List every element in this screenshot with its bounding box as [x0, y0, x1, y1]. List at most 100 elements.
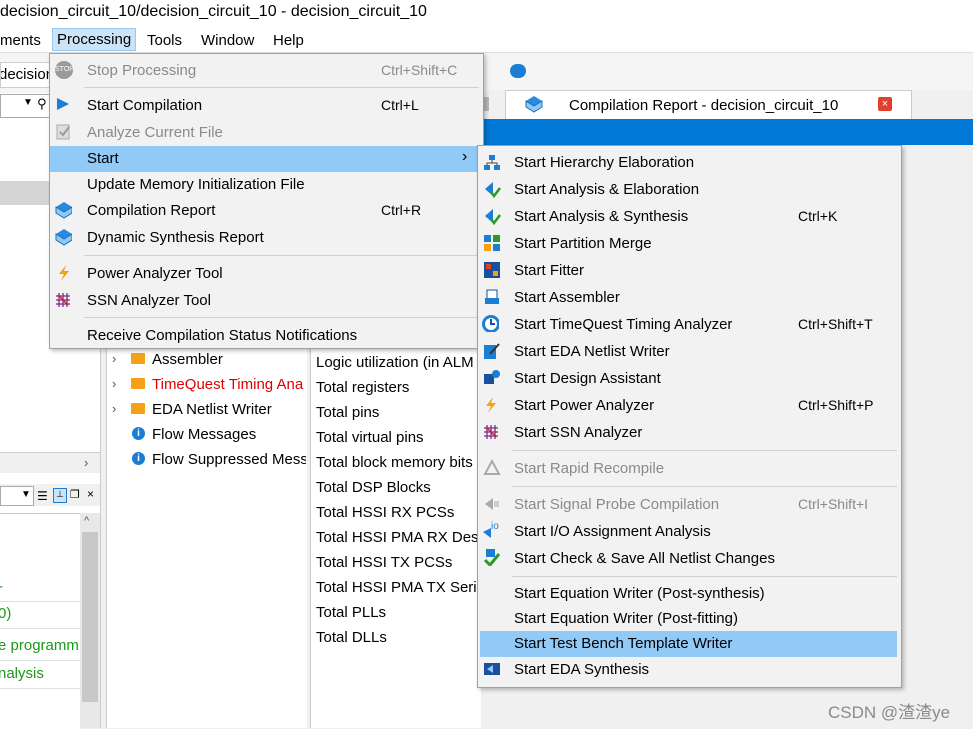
- submenu-item-test-bench-writer[interactable]: Start Test Bench Template Writer: [480, 631, 897, 657]
- menu-help[interactable]: Help: [269, 30, 308, 51]
- start-submenu: Start Hierarchy Elaboration Start Analys…: [477, 145, 902, 688]
- summary-row: Total virtual pins: [316, 429, 424, 446]
- tab-compilation-report[interactable]: Compilation Report - decision_circuit_10…: [505, 90, 912, 120]
- submenu-item-power-analyzer[interactable]: Start Power Analyzer Ctrl+Shift+P: [478, 393, 901, 419]
- list-item[interactable]: nalysis: [0, 661, 80, 689]
- summary-row: Logic utilization (in ALM: [316, 354, 474, 371]
- flow-combo[interactable]: ▼: [0, 486, 34, 506]
- menu-item-start[interactable]: Start ›: [50, 146, 483, 172]
- summary-row: Total HSSI TX PCSs: [316, 554, 453, 571]
- watermark: CSDN @渣渣ye: [828, 703, 951, 722]
- menu-item-power-analyzer-tool[interactable]: Power Analyzer Tool: [50, 261, 483, 287]
- signal-probe-icon: [485, 498, 499, 510]
- flow-item-assembler[interactable]: Assembler: [152, 351, 223, 375]
- summary-row: Total DSP Blocks: [316, 479, 431, 496]
- summary-row: Total HSSI PMA RX Des: [316, 529, 478, 546]
- report-header-bar: [478, 119, 973, 145]
- submenu-item-eda-netlist-writer[interactable]: Start EDA Netlist Writer: [478, 339, 901, 365]
- title-bar: decision_circuit_10/decision_circuit_10 …: [0, 0, 973, 26]
- folder-icon: [131, 353, 145, 364]
- flow-item-timequest[interactable]: TimeQuest Timing Ana: [152, 376, 306, 400]
- chevron-right-icon[interactable]: ›: [112, 401, 116, 416]
- submenu-item-design-assistant[interactable]: Start Design Assistant: [478, 366, 901, 392]
- chevron-right-icon[interactable]: ›: [112, 351, 116, 366]
- submenu-item-equation-writer-synthesis[interactable]: Start Equation Writer (Post-synthesis): [478, 581, 901, 607]
- analysis-icon: [485, 182, 501, 198]
- io-icon: io: [483, 521, 499, 538]
- menu-item-start-compilation[interactable]: Start Compilation Ctrl+L: [50, 93, 483, 119]
- svg-text:io: io: [491, 521, 499, 532]
- submenu-item-analysis-synthesis[interactable]: Start Analysis & Synthesis Ctrl+K: [478, 204, 901, 230]
- list-item[interactable]: 0): [0, 601, 80, 629]
- summary-row: Total registers: [316, 379, 410, 396]
- menu-item-update-memory[interactable]: Update Memory Initialization File: [50, 172, 483, 198]
- menu-window[interactable]: Window: [197, 30, 258, 51]
- chevron-up-icon[interactable]: ^: [84, 515, 89, 527]
- menu-item-receive-notifications[interactable]: Receive Compilation Status Notifications: [50, 323, 483, 349]
- submenu-item-check-save-netlist[interactable]: Start Check & Save All Netlist Changes: [478, 546, 901, 572]
- flow-item-flow-messages[interactable]: Flow Messages: [152, 426, 256, 450]
- flow-item-flow-suppressed[interactable]: Flow Suppressed Mess: [152, 451, 306, 475]
- menu-processing[interactable]: Processing: [52, 28, 137, 51]
- list-item[interactable]: -: [0, 574, 80, 602]
- menu-item-compilation-report[interactable]: Compilation Report Ctrl+R: [50, 198, 483, 224]
- chevron-right-icon[interactable]: ›: [112, 376, 116, 391]
- list-item[interactable]: e programm: [0, 633, 80, 661]
- summary-row: Total PLLs: [316, 604, 387, 621]
- submenu-item-hierarchy-elaboration[interactable]: Start Hierarchy Elaboration: [478, 150, 901, 176]
- submenu-item-equation-writer-fitting[interactable]: Start Equation Writer (Post-fitting): [478, 606, 901, 632]
- lightning-icon: [59, 265, 69, 281]
- submenu-item-fitter[interactable]: Start Fitter: [478, 258, 901, 284]
- check-save-icon: [483, 549, 501, 566]
- close-icon[interactable]: ×: [87, 487, 94, 501]
- menu-item-analyze-current-file[interactable]: Analyze Current File: [50, 120, 483, 146]
- assembler-icon: [485, 289, 499, 304]
- close-tab-icon[interactable]: ×: [878, 97, 892, 111]
- chevron-right-icon: ›: [462, 148, 468, 165]
- menu-lines-icon[interactable]: ☰: [37, 489, 48, 503]
- summary-row: Total HSSI RX PCSs: [316, 504, 455, 521]
- report-icon: [55, 202, 72, 219]
- menu-assignments[interactable]: ments: [0, 30, 45, 51]
- folder-icon: [131, 378, 145, 389]
- submenu-item-eda-synthesis[interactable]: Start EDA Synthesis: [478, 657, 901, 683]
- float-icon[interactable]: ❐: [70, 488, 80, 501]
- search-icon[interactable]: ⚲: [37, 96, 47, 112]
- menu-item-stop-processing[interactable]: STOP Stop Processing Ctrl+Shift+C: [50, 58, 483, 84]
- summary-row: Total block memory bits: [316, 454, 473, 471]
- stop-icon: STOP: [55, 61, 74, 79]
- chevron-down-icon: ▼: [21, 489, 31, 500]
- menu-tools[interactable]: Tools: [143, 30, 186, 51]
- submenu-item-signal-probe[interactable]: Start Signal Probe Compilation Ctrl+Shif…: [478, 492, 901, 518]
- synthesis-icon: [485, 209, 501, 225]
- menu-item-ssn-analyzer-tool[interactable]: SSN Analyzer Tool: [50, 288, 483, 314]
- flow-item-eda-netlist-writer[interactable]: EDA Netlist Writer: [152, 401, 272, 425]
- hierarchy-icon: [484, 155, 500, 170]
- menu-bar: ments Processing Tools Window Help: [0, 26, 973, 53]
- report-icon: [524, 95, 544, 113]
- pin-icon[interactable]: ⊥: [53, 488, 67, 503]
- chat-icon[interactable]: [510, 64, 526, 78]
- summary-row: Total HSSI PMA TX Seri: [316, 579, 477, 596]
- chevron-right-icon[interactable]: ›: [84, 455, 88, 470]
- info-icon: i: [132, 452, 145, 465]
- info-icon: i: [132, 427, 145, 440]
- lightning-icon: [486, 397, 496, 413]
- submenu-item-partition-merge[interactable]: Start Partition Merge: [478, 231, 901, 257]
- submenu-item-analysis-elaboration[interactable]: Start Analysis & Elaboration: [478, 177, 901, 203]
- menu-item-dynamic-synthesis-report[interactable]: Dynamic Synthesis Report: [50, 225, 483, 251]
- ssn-grid-icon: [56, 293, 70, 307]
- scrollbar-thumb[interactable]: [82, 532, 98, 702]
- folder-icon: [131, 403, 145, 414]
- submenu-item-io-assignment[interactable]: io Start I/O Assignment Analysis: [478, 519, 901, 545]
- submenu-item-rapid-recompile[interactable]: Start Rapid Recompile: [478, 456, 901, 482]
- submenu-item-ssn-analyzer[interactable]: Start SSN Analyzer: [478, 420, 901, 446]
- submenu-item-timequest[interactable]: Start TimeQuest Timing Analyzer Ctrl+Shi…: [478, 312, 901, 338]
- summary-row: Total DLLs: [316, 629, 387, 646]
- ssn-grid-icon: [484, 425, 498, 439]
- analyze-file-icon: [56, 124, 70, 140]
- horizontal-scrollbar[interactable]: ›: [0, 452, 100, 473]
- design-assistant-icon: [484, 370, 500, 384]
- play-icon: [57, 98, 69, 110]
- submenu-item-assembler[interactable]: Start Assembler: [478, 285, 901, 311]
